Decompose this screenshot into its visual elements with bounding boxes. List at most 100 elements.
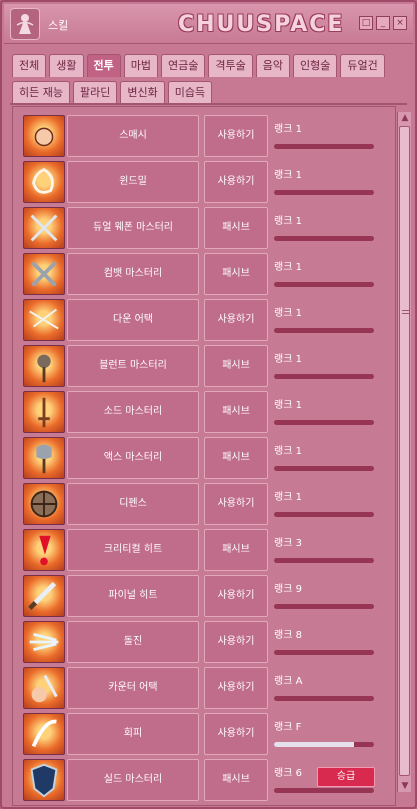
skill-name[interactable]: 소드 마스터리 (67, 391, 199, 433)
skill-row[interactable]: 회피 사용하기 랭크 F (23, 713, 383, 755)
skill-use-button[interactable]: 패시브 (204, 391, 268, 433)
restore-button[interactable]: □ (359, 16, 373, 30)
skill-name[interactable]: 카운터 어택 (67, 667, 199, 709)
skill-use-button[interactable]: 사용하기 (204, 621, 268, 663)
skill-row[interactable]: 다운 어택 사용하기 랭크 1 (23, 299, 383, 341)
skill-rank: 랭크 6 (274, 768, 302, 779)
tab-1[interactable]: 생활 (49, 54, 84, 77)
skill-name[interactable]: 크리티컬 히트 (67, 529, 199, 571)
tab-6[interactable]: 음악 (255, 54, 290, 77)
upgrade-button[interactable]: 승급 (317, 767, 375, 787)
skill-name[interactable]: 회피 (67, 713, 199, 755)
rank-progress-bar (274, 696, 374, 701)
skill-name[interactable]: 스매시 (67, 115, 199, 157)
shield-mastery-icon[interactable] (23, 759, 65, 801)
rank-progress-bar (274, 466, 374, 471)
scroll-down-icon[interactable]: ▼ (398, 780, 412, 792)
skill-row[interactable]: 듀얼 웨폰 마스터리 패시브 랭크 1 (23, 207, 383, 249)
skill-use-button[interactable]: 패시브 (204, 529, 268, 571)
skill-name[interactable]: 파이널 히트 (67, 575, 199, 617)
skill-row[interactable]: 액스 마스터리 패시브 랭크 1 (23, 437, 383, 479)
skill-use-button[interactable]: 패시브 (204, 207, 268, 249)
rank-progress-bar (274, 604, 374, 609)
skill-window: 스킬 CHUUSPACE □ _ × 전체 생활 전투 마법 연금술 격투술 음악 인형술 듀얼… (0, 0, 417, 809)
skill-rank: 랭크 1 (274, 492, 302, 503)
crossed-swords-icon[interactable] (23, 207, 65, 249)
rank-progress-fill (274, 742, 354, 747)
tab-4[interactable]: 연금술 (161, 54, 206, 77)
down-attack-icon[interactable] (23, 299, 65, 341)
skill-use-button[interactable]: 패시브 (204, 437, 268, 479)
skill-name[interactable]: 디펜스 (67, 483, 199, 525)
tab-2[interactable]: 변신화 (120, 81, 165, 104)
tabs-divider (10, 103, 407, 105)
scroll-thumb[interactable] (399, 126, 410, 776)
logo-icon (10, 8, 40, 40)
skill-use-button[interactable]: 사용하기 (204, 161, 268, 203)
mace-icon[interactable] (23, 345, 65, 387)
rank-progress-bar (274, 282, 374, 287)
sword-icon[interactable] (23, 391, 65, 433)
crossed-weapons-icon[interactable] (23, 253, 65, 295)
skill-row[interactable]: 윈드밀 사용하기 랭크 1 (23, 161, 383, 203)
skill-row[interactable]: 파이널 히트 사용하기 랭크 9 (23, 575, 383, 617)
tab-3[interactable]: 미습득 (167, 81, 213, 104)
windmill-icon[interactable] (23, 161, 65, 203)
exclamation-icon[interactable] (23, 529, 65, 571)
shield-icon[interactable] (23, 483, 65, 525)
skill-rank: 랭크 F (274, 722, 302, 733)
skill-row[interactable]: 스매시 사용하기 랭크 1 (23, 115, 383, 157)
skill-name[interactable]: 컴뱃 마스터리 (67, 253, 199, 295)
skill-row[interactable]: 소드 마스터리 패시브 랭크 1 (23, 391, 383, 433)
tab-2[interactable]: 전투 (86, 54, 121, 77)
dodge-icon[interactable] (23, 713, 65, 755)
skill-name[interactable]: 돌진 (67, 621, 199, 663)
skill-row[interactable]: 크리티컬 히트 패시브 랭크 3 (23, 529, 383, 571)
rank-progress-bar (274, 190, 374, 195)
skill-rank: 랭크 1 (274, 170, 302, 181)
skill-row[interactable]: 컴뱃 마스터리 패시브 랭크 1 (23, 253, 383, 295)
skill-use-button[interactable]: 사용하기 (204, 115, 268, 157)
skill-name[interactable]: 듀얼 웨폰 마스터리 (67, 207, 199, 249)
scrollbar[interactable]: ▲ ▼ (397, 112, 411, 792)
subcategory-tabs: 히든 재능 팔라딘 변신화 미습득 (12, 81, 213, 104)
skill-rank: 랭크 3 (274, 538, 302, 549)
tab-8[interactable]: 듀얼건 (340, 54, 385, 77)
skill-name[interactable]: 윈드밀 (67, 161, 199, 203)
skill-row[interactable]: 실드 마스터리 패시브 랭크 6 승급 (23, 759, 383, 801)
charge-icon[interactable] (23, 621, 65, 663)
rank-progress-bar (274, 236, 374, 241)
final-hit-icon[interactable] (23, 575, 65, 617)
skill-row[interactable]: 디펜스 사용하기 랭크 1 (23, 483, 383, 525)
skill-name[interactable]: 액스 마스터리 (67, 437, 199, 479)
tab-1[interactable]: 팔라딘 (72, 81, 118, 104)
skill-use-button[interactable]: 사용하기 (204, 575, 268, 617)
tab-0[interactable]: 히든 재능 (12, 81, 70, 104)
skill-name[interactable]: 블런트 마스터리 (67, 345, 199, 387)
skill-use-button[interactable]: 사용하기 (204, 483, 268, 525)
minimize-button[interactable]: _ (376, 16, 390, 30)
axe-icon[interactable] (23, 437, 65, 479)
skill-name[interactable]: 실드 마스터리 (67, 759, 199, 801)
skill-row[interactable]: 돌진 사용하기 랭크 8 (23, 621, 383, 663)
skill-use-button[interactable]: 사용하기 (204, 299, 268, 341)
title-bar[interactable]: 스킬 CHUUSPACE □ _ × (4, 4, 413, 44)
brand-title: CHUUSPACE (178, 12, 345, 37)
counter-icon[interactable] (23, 667, 65, 709)
scroll-up-icon[interactable]: ▲ (398, 112, 412, 124)
tab-7[interactable]: 인형술 (293, 54, 338, 77)
close-button[interactable]: × (393, 16, 407, 30)
tab-3[interactable]: 마법 (123, 54, 158, 77)
skill-name[interactable]: 다운 어택 (67, 299, 199, 341)
skill-row[interactable]: 카운터 어택 사용하기 랭크 A (23, 667, 383, 709)
skill-use-button[interactable]: 패시브 (204, 759, 268, 801)
skill-use-button[interactable]: 패시브 (204, 345, 268, 387)
tab-5[interactable]: 격투술 (208, 54, 253, 77)
tab-0[interactable]: 전체 (12, 54, 47, 77)
skill-use-button[interactable]: 사용하기 (204, 667, 268, 709)
skill-use-button[interactable]: 패시브 (204, 253, 268, 295)
skill-use-button[interactable]: 사용하기 (204, 713, 268, 755)
skill-row[interactable]: 블런트 마스터리 패시브 랭크 1 (23, 345, 383, 387)
rank-progress-bar (274, 420, 374, 425)
fist-icon[interactable] (23, 115, 65, 157)
